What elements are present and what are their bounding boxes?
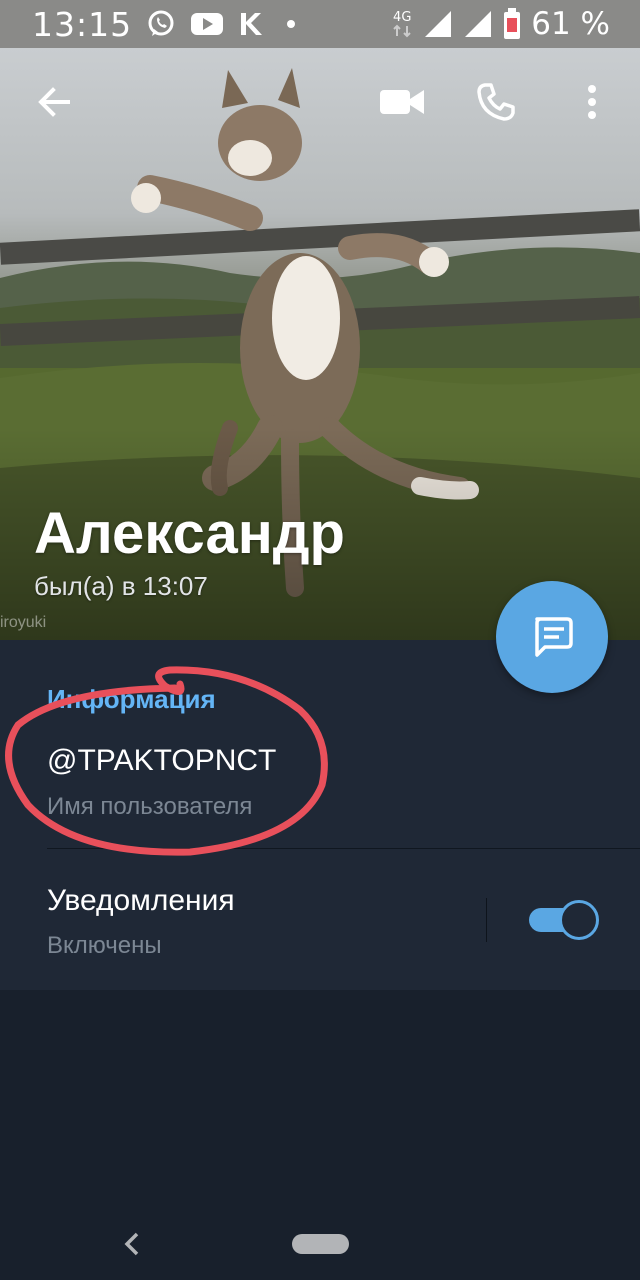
profile-name: Александр — [34, 501, 345, 566]
send-message-button[interactable] — [496, 581, 608, 693]
video-camera-icon — [380, 90, 424, 114]
network-type-label: 4G — [393, 9, 412, 25]
back-button[interactable] — [26, 74, 82, 130]
youtube-icon — [191, 13, 223, 35]
message-icon — [535, 617, 573, 657]
phone-icon — [477, 83, 515, 121]
signal-icon — [425, 11, 452, 37]
photo-credit: iroyuki — [0, 614, 47, 631]
status-time: 13:15 — [32, 5, 133, 44]
network-indicator: 4G — [391, 11, 413, 38]
home-pill-button[interactable] — [292, 1234, 349, 1254]
more-menu-button[interactable] — [564, 74, 620, 130]
call-button[interactable] — [468, 74, 524, 130]
arrow-left-icon — [38, 87, 70, 117]
data-arrows-icon — [393, 24, 411, 37]
battery-percent: 61 % — [531, 6, 610, 42]
signal-icon-2 — [465, 11, 492, 37]
system-icons: 4G 61 % — [391, 4, 610, 44]
vk-icon — [241, 13, 262, 35]
more-vertical-icon — [588, 85, 596, 119]
divider — [47, 848, 640, 849]
navigation-bar — [0, 1210, 640, 1280]
status-bar: 13:15 4G 61 % — [0, 0, 640, 48]
notifications-toggle[interactable] — [529, 900, 599, 940]
dot-icon — [287, 20, 295, 28]
toggle-knob — [559, 900, 599, 940]
chevron-left-icon — [124, 1232, 139, 1256]
info-section-title: Информация — [47, 684, 216, 714]
last-seen-status: был(а) в 13:07 — [34, 571, 208, 601]
vertical-divider — [486, 898, 487, 942]
whatsapp-icon — [148, 10, 174, 36]
notifications-status: Включены — [47, 932, 162, 959]
video-call-button[interactable] — [374, 74, 430, 130]
battery-icon — [504, 8, 521, 39]
nav-back-button[interactable] — [118, 1228, 146, 1265]
notification-icons — [146, 8, 304, 40]
notifications-label[interactable]: Уведомления — [47, 884, 235, 918]
username-caption: Имя пользователя — [47, 793, 253, 820]
username-value[interactable]: @TPAKTOPNCT — [47, 744, 276, 778]
toolbar — [0, 48, 640, 160]
